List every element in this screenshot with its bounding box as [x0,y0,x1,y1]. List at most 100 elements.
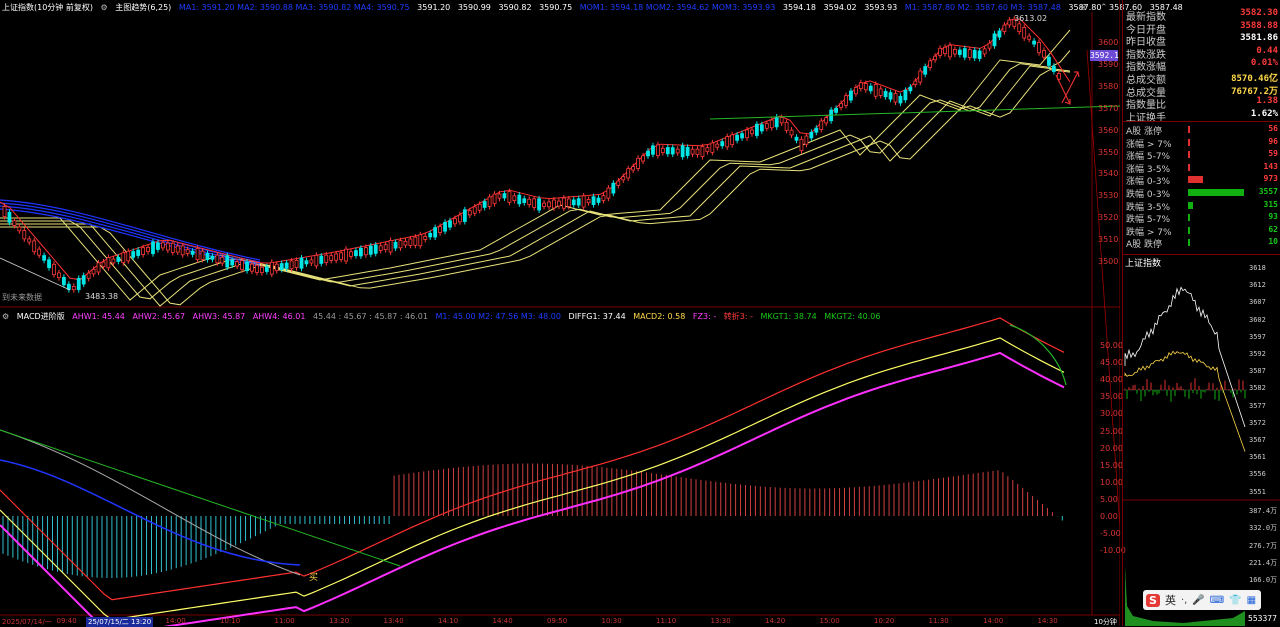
candle-body [299,257,304,269]
candle-body [849,90,853,101]
candle-body [428,232,433,238]
ahw3: AHW3: 45.87 [192,312,246,321]
breadth-row: 涨幅 5-7% 59 [1126,149,1278,162]
candle-body [141,247,146,255]
breadth-label: A股 跌停 [1126,240,1163,251]
candle-body [259,266,264,274]
main-chart-area[interactable]: 上证指数(10分钟 前复权) ⚙ 主图趋势(6,25) MA1: 3591.20… [0,0,1183,627]
ma-yellow-line [0,29,1071,301]
y-tick-label: 3550 [1098,147,1119,157]
candle-body [591,196,596,205]
intraday-y-tick: 3561 [1249,453,1266,462]
candle-body [898,95,903,104]
quote-value: 0.44 [1256,45,1278,56]
intraday-y-tick: 3572 [1249,418,1266,427]
macd-title[interactable]: MACD进阶版 [17,312,65,321]
candle-body [571,199,576,206]
input-language-toggle[interactable]: 英 [1165,592,1176,608]
candle-body [32,240,37,253]
x-tick-label: 09:40 [56,617,77,625]
quote-value: 8570.46亿 [1231,74,1278,84]
candle-body [57,272,61,279]
macd-y-tick-label: 35.00 [1100,392,1123,402]
skin-icon[interactable]: 👕 [1229,595,1241,606]
candle-body [720,141,725,147]
candle-body [660,147,665,153]
candle-body [121,252,126,264]
candle-body [205,253,210,260]
intraday-volume-tick: 166.0万 [1249,576,1278,585]
candle-body [913,80,918,85]
candle-body [190,250,195,255]
candle-body [730,134,735,146]
candle-body [279,263,284,270]
ahw2: AHW2: 45.67 [132,312,186,321]
candle-body [334,253,339,261]
intraday-y-tick: 3592 [1249,350,1266,358]
gear-icon[interactable]: ⚙ [2,312,9,321]
candle-body [195,247,200,261]
x-tick-label: 10:10 [220,617,241,625]
x-tick-label: 15:00 [819,617,840,625]
candle-body [547,201,551,208]
candle-body [814,127,819,133]
candle-body [725,136,730,148]
microphone-icon[interactable]: 🎤 [1192,595,1204,606]
candle-body [17,226,22,232]
candle-body [710,142,715,153]
breadth-label: 涨幅 5-7% [1126,152,1171,163]
candle-body [1047,56,1051,66]
candle-body [566,198,571,207]
candle-body [680,145,685,158]
candle-body [42,255,46,261]
candle-body [255,264,259,273]
macd-y-tick-label: 0.00 [1100,512,1118,521]
candle-body [863,83,868,91]
candle-body [2,206,7,217]
candle-body [512,195,517,201]
moving-averages [0,18,1071,307]
volume-last: 553377 [1248,614,1277,623]
sogou-logo-icon[interactable]: S [1146,593,1160,607]
candle-body [368,245,373,255]
candle-body [136,249,141,256]
candle-body [745,129,749,139]
x-tick-label: 14:30 [1037,617,1058,625]
macd-y-tick-label: -5.00 [1100,529,1121,539]
candle-body [344,248,348,262]
candle-body [759,124,764,132]
menu-grid-icon[interactable]: ▦ [1247,595,1256,606]
candle-body [215,254,220,264]
macd-header: ⚙ MACD进阶版 AHW1: 45.44 AHW2: 45.67 AHW3: … [2,311,885,322]
candle-body [1042,50,1046,58]
red-arrow-up [1061,71,1080,104]
ime-toolbar[interactable]: S 英 ·, 🎤 ⌨ 👕 ▦ [1143,590,1261,610]
candle-body [146,247,150,252]
turn3: 转折3: - [723,312,753,321]
macd-y-tick-label: 10.00 [1100,477,1123,487]
candle-body [651,145,655,155]
candle-body [987,42,992,49]
candle-body [799,138,804,152]
candle-body [789,129,794,136]
candle-body [542,202,546,207]
intraday-y-tick: 3551 [1249,487,1266,496]
punctuation-icon[interactable]: ·, [1181,595,1187,606]
intraday-y-tick: 3607 [1249,298,1266,307]
breadth-bar [1188,239,1190,247]
buy-signal-label: 买 [309,573,319,583]
breadth-bar [1188,151,1190,159]
macd-m-faint: M1: 45.00 M2: 47.56 M3: 48.00 [435,312,561,321]
candle-body [101,261,106,268]
candle-body [398,240,403,249]
candle-body [665,147,670,155]
diff-line [0,317,1065,601]
y-tick-label: 3590 [1098,59,1119,69]
candle-body [314,254,319,267]
candle-body [309,259,314,264]
candle-body [403,240,408,246]
candle-body [264,266,269,272]
x-tick-label: 14:40 [492,617,513,625]
keyboard-icon[interactable]: ⌨ [1210,595,1224,606]
candle-body [557,200,561,207]
